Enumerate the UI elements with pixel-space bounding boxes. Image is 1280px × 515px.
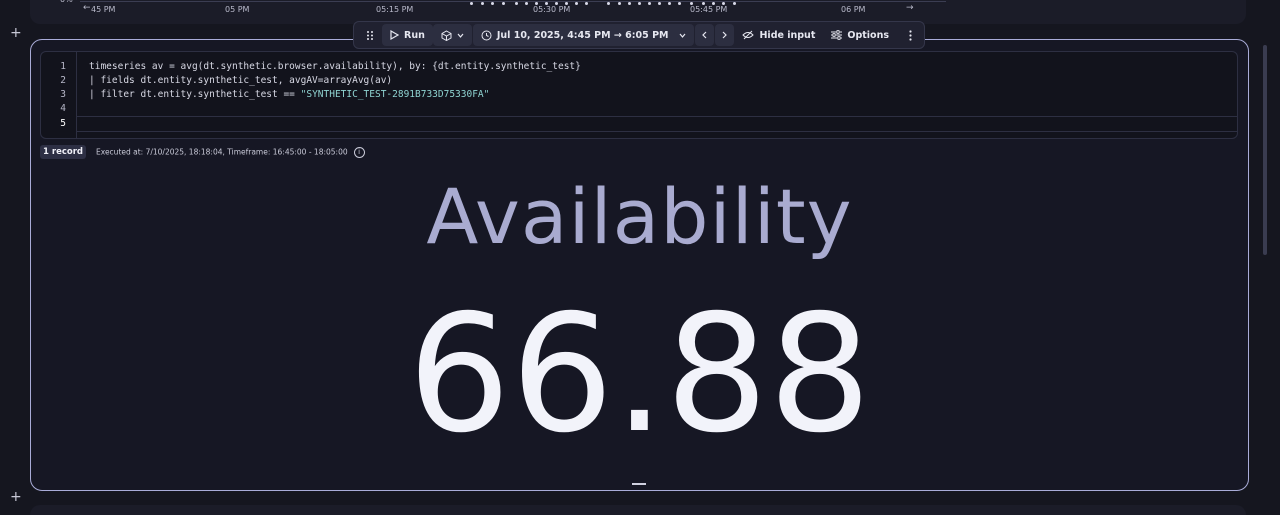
settings-sliders-icon [831, 30, 843, 40]
x-tick-label: 05:45 PM [690, 5, 728, 14]
timeline-dot [575, 2, 578, 5]
play-icon [390, 30, 399, 40]
hide-input-button[interactable]: Hide input [734, 24, 823, 46]
resize-handle[interactable] [632, 483, 646, 485]
timeline-dot [668, 2, 671, 5]
x-tick-label: 05:15 PM [376, 5, 414, 14]
timeframe-label: Jul 10, 2025, 4:45 PM → 6:05 PM [496, 29, 669, 41]
chevron-down-icon [457, 33, 464, 38]
add-section-plus-icon[interactable]: + [10, 26, 22, 40]
record-count-badge: 1 record [40, 145, 86, 159]
code-line[interactable]: | filter dt.entity.synthetic_test == "SY… [89, 89, 489, 100]
x-tick-label: 05:30 PM [533, 5, 571, 14]
options-label: Options [847, 29, 889, 41]
chevron-left-icon [702, 31, 707, 39]
timeframe-selector[interactable]: Jul 10, 2025, 4:45 PM → 6:05 PM [472, 24, 695, 46]
timeline-dot [628, 2, 631, 5]
more-vertical-icon [909, 29, 912, 41]
line-number: 2 [60, 75, 66, 86]
code-line[interactable]: timeseries av = avg(dt.synthetic.browser… [89, 61, 581, 72]
timeline-axis [80, 1, 946, 2]
drag-handle-button[interactable] [358, 24, 382, 46]
code-text: | filter dt.entity.synthetic_test == [89, 89, 301, 100]
run-button[interactable]: Run [382, 24, 433, 46]
timeline-dot [470, 2, 473, 5]
timeline-dot [585, 2, 588, 5]
x-tick-label: 06 PM [841, 5, 866, 14]
y-axis-label-partial: 0% [60, 0, 73, 4]
info-icon[interactable]: i [353, 146, 365, 158]
query-editor[interactable]: 1 2 3 4 5 timeseries av = avg(dt.synthet… [40, 51, 1238, 139]
active-line-highlight [77, 116, 1237, 132]
executed-at-text: Executed at: 7/10/2025, 18:18:04, Timefr… [96, 146, 365, 158]
tile-toolbar: Run Jul 10, 2025, 4:45 PM → 6:05 PM Hide… [353, 21, 925, 49]
page-scrollbar[interactable] [1263, 45, 1267, 255]
timeline-dot [607, 2, 610, 5]
execution-meta: 1 record Executed at: 7/10/2025, 18:18:0… [40, 145, 365, 159]
line-number: 1 [60, 61, 66, 72]
executed-at-label: Executed at: 7/10/2025, 18:18:04, Timefr… [96, 147, 348, 156]
chevron-right-icon [723, 31, 728, 39]
timeline-dot [638, 2, 641, 5]
next-tile [30, 505, 1246, 515]
timeframe-previous-button[interactable] [695, 24, 715, 46]
cube-icon [441, 29, 452, 41]
timeline-dot [618, 2, 621, 5]
add-section-plus-icon[interactable]: + [10, 490, 22, 504]
line-number-gutter: 1 2 3 4 5 [41, 52, 77, 138]
eye-off-icon [742, 30, 755, 40]
string-literal: "SYNTHETIC_TEST-2891B733D75330FA" [300, 89, 490, 100]
timeframe-next-button[interactable] [715, 24, 735, 46]
timeline-dot [658, 2, 661, 5]
timeline-dot [515, 2, 518, 5]
timeline-dot [678, 2, 681, 5]
timeline-dot [491, 2, 494, 5]
timeline-dot [481, 2, 484, 5]
timeline-right-arrow[interactable]: → [906, 3, 914, 13]
code-line[interactable]: | fields dt.entity.synthetic_test, avgAV… [89, 75, 392, 86]
hide-input-label: Hide input [759, 29, 816, 41]
timeline-dot [525, 2, 528, 5]
line-number: 3 [60, 89, 66, 100]
line-number: 4 [60, 103, 66, 114]
drag-handle-icon [367, 30, 373, 40]
chevron-down-icon [680, 33, 686, 38]
timeline-dot [733, 2, 736, 5]
timeline-left-arrow[interactable]: ← [83, 3, 91, 13]
x-tick-label: 05 PM [225, 5, 250, 14]
datasource-dropdown[interactable] [433, 24, 473, 46]
single-value-number: 66.88 [407, 281, 872, 469]
timeline-dot [648, 2, 651, 5]
clock-icon [481, 30, 492, 40]
line-number-active: 5 [60, 118, 66, 129]
run-button-label: Run [404, 29, 425, 41]
more-actions-button[interactable] [901, 24, 920, 46]
single-value-title: Availability [426, 172, 853, 261]
x-tick-label: 45 PM [91, 5, 116, 14]
options-button[interactable]: Options [823, 24, 897, 46]
timeline-dot [502, 2, 505, 5]
